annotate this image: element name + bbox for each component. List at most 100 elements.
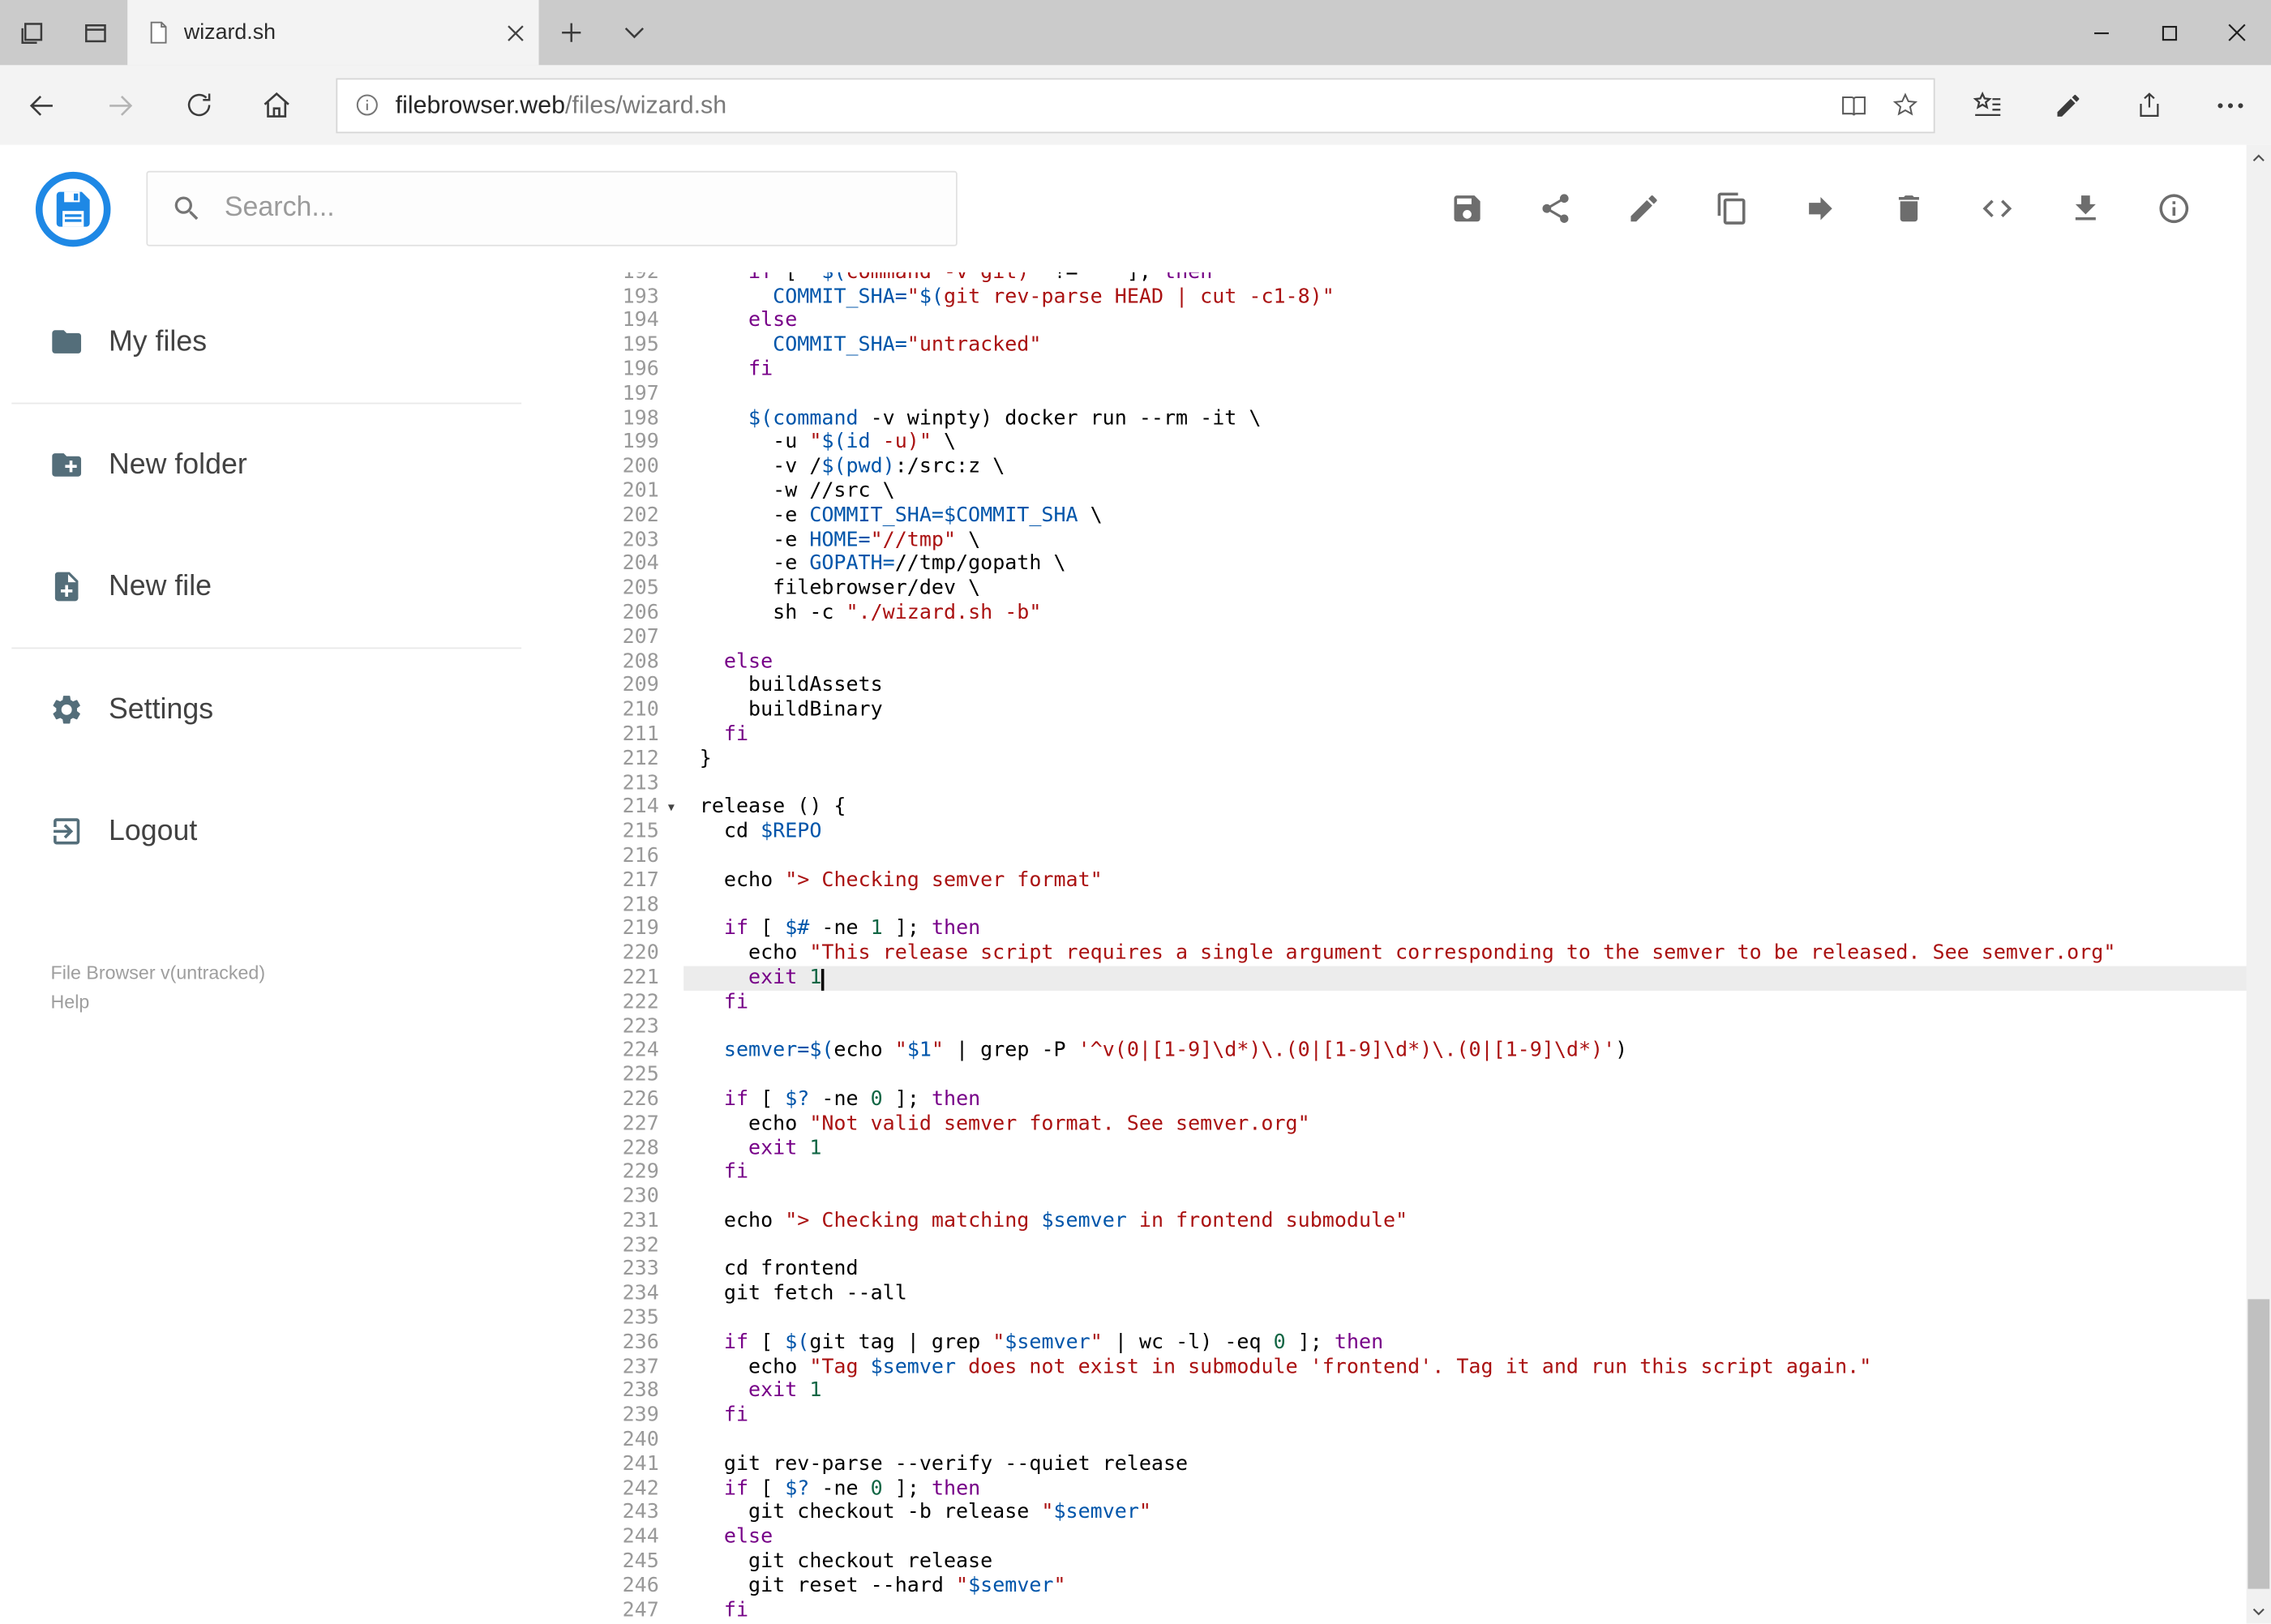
scrollbar-thumb[interactable] — [2247, 1299, 2270, 1589]
code-line[interactable] — [683, 771, 2271, 795]
vertical-scrollbar[interactable] — [2246, 144, 2271, 1624]
code-line[interactable]: exit 1 — [683, 1379, 2271, 1403]
code-line[interactable]: if [ "$(command -v git)" != "" ]; then — [683, 272, 2271, 285]
code-line[interactable]: release () { — [683, 795, 2271, 820]
code-line[interactable]: git checkout -b release "$semver" — [683, 1501, 2271, 1525]
refresh-button[interactable] — [159, 65, 237, 144]
code-line[interactable]: fi — [683, 722, 2271, 747]
code-line[interactable]: filebrowser/dev \ — [683, 576, 2271, 601]
code-line[interactable]: git checkout release — [683, 1549, 2271, 1574]
forward-button[interactable] — [81, 65, 159, 144]
code-line[interactable]: fi — [683, 1403, 2271, 1428]
code-line[interactable]: fi — [683, 1160, 2271, 1185]
code-line[interactable]: if [ $? -ne 0 ]; then — [683, 1476, 2271, 1501]
code-line[interactable] — [683, 1014, 2271, 1039]
more-actions-button[interactable] — [2190, 65, 2271, 144]
code-line[interactable] — [683, 625, 2271, 649]
sidebar-item-logout[interactable]: Logout — [0, 770, 580, 892]
code-line[interactable]: echo "> Checking matching $semver in fro… — [683, 1209, 2271, 1233]
code-line[interactable]: if [ $? -ne 0 ]; then — [683, 1087, 2271, 1112]
copy-button[interactable] — [1715, 191, 1750, 226]
code-line[interactable]: exit 1 — [683, 1136, 2271, 1160]
delete-button[interactable] — [1892, 191, 1926, 226]
code-line[interactable]: -e COMMIT_SHA=$COMMIT_SHA \ — [683, 503, 2271, 528]
scroll-down-arrow[interactable] — [2247, 1599, 2271, 1623]
sidebar-item-new-folder[interactable]: New folder — [0, 404, 580, 525]
reading-view-icon[interactable] — [1840, 92, 1869, 118]
share-button[interactable] — [1538, 191, 1573, 226]
code-line[interactable] — [683, 1428, 2271, 1452]
code-line[interactable]: fi — [683, 358, 2271, 382]
set-tabs-aside-button[interactable] — [0, 0, 64, 65]
code-line[interactable]: semver=$(echo "$1" | grep -P '^v(0|[1-9]… — [683, 1039, 2271, 1063]
favorite-star-icon[interactable] — [1892, 92, 1919, 119]
code-line[interactable] — [683, 1233, 2271, 1258]
search-box[interactable] — [146, 170, 958, 246]
fold-arrow-icon[interactable]: ▾ — [659, 795, 683, 820]
code-line[interactable]: echo "Tag $semver does not exist in subm… — [683, 1355, 2271, 1379]
code-line[interactable]: COMMIT_SHA="untracked" — [683, 333, 2271, 358]
code-line[interactable] — [683, 844, 2271, 868]
sidebar-item-settings[interactable]: Settings — [0, 649, 580, 770]
code-line[interactable]: buildAssets — [683, 674, 2271, 698]
raw-code-button[interactable] — [1980, 191, 2015, 226]
save-button[interactable] — [1450, 191, 1485, 226]
code-line[interactable]: cd frontend — [683, 1258, 2271, 1282]
code-line[interactable]: else — [683, 1525, 2271, 1549]
code-line[interactable]: -u "$(id -u)" \ — [683, 431, 2271, 455]
move-button[interactable] — [1803, 191, 1838, 226]
tab-close-icon[interactable] — [507, 24, 524, 41]
code-editor[interactable]: 192 if [ "$(command -v git)" != "" ]; th… — [579, 272, 2271, 1624]
code-line[interactable]: exit 1 — [683, 966, 2271, 991]
help-link[interactable]: Help — [51, 988, 580, 1017]
code-line[interactable]: } — [683, 747, 2271, 771]
code-line[interactable]: sh -c "./wizard.sh -b" — [683, 601, 2271, 625]
maximize-button[interactable] — [2135, 0, 2203, 65]
web-note-button[interactable] — [2028, 65, 2109, 144]
sidebar-item-new-file[interactable]: New file — [0, 525, 580, 647]
code-line[interactable] — [683, 382, 2271, 406]
filebrowser-logo[interactable] — [33, 169, 113, 248]
code-line[interactable]: else — [683, 649, 2271, 674]
scroll-up-arrow[interactable] — [2247, 145, 2271, 169]
code-line[interactable]: echo "> Checking semver format" — [683, 868, 2271, 893]
code-line[interactable] — [683, 1306, 2271, 1330]
code-line[interactable]: $(command -v winpty) docker run --rm -it… — [683, 406, 2271, 431]
code-line[interactable]: COMMIT_SHA="$(git rev-parse HEAD | cut -… — [683, 285, 2271, 309]
minimize-button[interactable] — [2067, 0, 2135, 65]
code-line[interactable] — [683, 1185, 2271, 1209]
tabs-preview-button[interactable] — [64, 0, 128, 65]
hub-button[interactable] — [1947, 65, 2028, 144]
share-page-button[interactable] — [2109, 65, 2190, 144]
code-line[interactable]: echo "Not valid semver format. See semve… — [683, 1112, 2271, 1136]
code-line[interactable]: buildBinary — [683, 698, 2271, 722]
code-line[interactable]: git fetch --all — [683, 1282, 2271, 1306]
rename-button[interactable] — [1626, 191, 1661, 226]
code-line[interactable]: -w //src \ — [683, 479, 2271, 503]
code-line[interactable] — [683, 1063, 2271, 1087]
home-button[interactable] — [238, 65, 315, 144]
code-line[interactable]: -e GOPATH=//tmp/gopath \ — [683, 552, 2271, 576]
code-line[interactable]: -e HOME="//tmp" \ — [683, 528, 2271, 552]
download-button[interactable] — [2068, 191, 2103, 226]
browser-tab[interactable]: wizard.sh — [127, 0, 539, 66]
site-info-icon[interactable] — [355, 92, 379, 117]
code-line[interactable]: git rev-parse --verify --quiet release — [683, 1452, 2271, 1476]
tab-preview-chevron-button[interactable] — [602, 0, 666, 65]
code-line[interactable]: else — [683, 309, 2271, 333]
back-button[interactable] — [3, 65, 81, 144]
code-line[interactable]: -v /$(pwd):/src:z \ — [683, 455, 2271, 479]
new-tab-button[interactable] — [539, 0, 603, 65]
info-button[interactable] — [2157, 191, 2192, 226]
close-window-button[interactable] — [2203, 0, 2271, 65]
code-line[interactable]: fi — [683, 1598, 2271, 1622]
code-line[interactable]: fi — [683, 990, 2271, 1014]
code-line[interactable]: git reset --hard "$semver" — [683, 1574, 2271, 1598]
code-line[interactable]: cd $REPO — [683, 820, 2271, 844]
sidebar-item-my-files[interactable]: My files — [0, 281, 580, 403]
code-line[interactable]: echo "This release script requires a sin… — [683, 941, 2271, 966]
address-bar[interactable]: filebrowser.web/files/wizard.sh — [336, 77, 1935, 133]
code-line[interactable] — [683, 893, 2271, 917]
search-input[interactable] — [224, 192, 933, 225]
code-line[interactable]: if [ $(git tag | grep "$semver" | wc -l)… — [683, 1330, 2271, 1355]
